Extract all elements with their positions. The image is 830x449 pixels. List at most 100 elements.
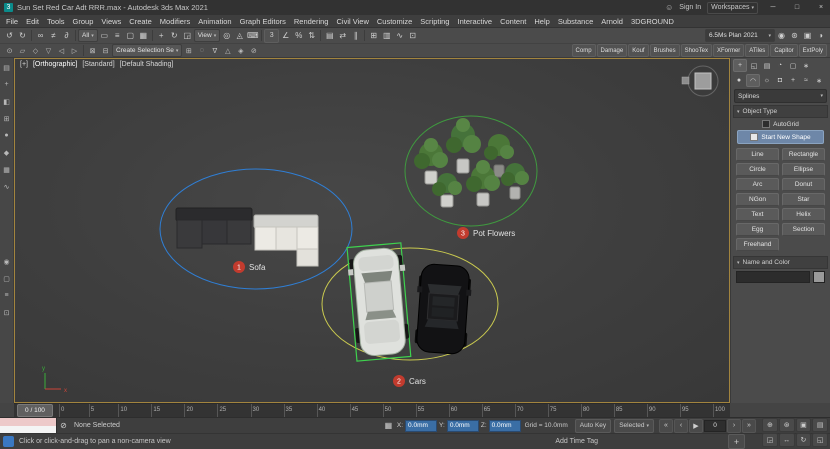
- object-type-rollout-header[interactable]: ▾ Object Type: [733, 105, 828, 118]
- key-filters-dropdown[interactable]: Selected ▾: [614, 419, 654, 433]
- toolbar2-icon[interactable]: ⊠: [86, 45, 99, 57]
- shape-button-arc[interactable]: Arc: [736, 178, 779, 191]
- toolbar2-icon[interactable]: ∇: [208, 45, 221, 57]
- bind-to-space-warp-icon[interactable]: ∂: [60, 30, 73, 42]
- curve-editor-icon[interactable]: ∿: [393, 30, 406, 42]
- left-toolbar-icon[interactable]: ▢: [1, 273, 13, 284]
- pan-view-button[interactable]: +: [728, 434, 745, 449]
- script-button-xformer[interactable]: XFormer: [713, 44, 744, 57]
- category-systems-icon[interactable]: ∗: [813, 75, 825, 86]
- listener-script-line[interactable]: [0, 426, 56, 434]
- spinner-snap-icon[interactable]: ⇅: [305, 30, 318, 42]
- x-coordinate-field[interactable]: 0.0mm: [405, 420, 437, 432]
- left-toolbar-icon[interactable]: +: [1, 79, 13, 90]
- snaps-toggle-icon[interactable]: 3: [264, 29, 279, 43]
- script-button-comp[interactable]: Comp: [572, 44, 596, 57]
- toolbar2-icon[interactable]: ⊞: [182, 45, 195, 57]
- black-car-object[interactable]: [413, 263, 473, 355]
- viewport[interactable]: [+] [Orthographic] [Standard] [Default S…: [14, 58, 730, 403]
- toolbar2-icon[interactable]: ⊘: [247, 45, 260, 57]
- shape-button-egg[interactable]: Egg: [736, 223, 779, 236]
- shape-button-line[interactable]: Line: [736, 148, 779, 161]
- menu-item-content[interactable]: Content: [496, 17, 530, 26]
- zoom-all-button[interactable]: ⊛: [779, 418, 795, 432]
- scene-explorer-icon[interactable]: ⊞: [367, 30, 380, 42]
- material-editor-icon[interactable]: ◉: [775, 30, 788, 42]
- schematic-view-icon[interactable]: ⊡: [406, 30, 419, 42]
- pan-button[interactable]: ↔: [779, 433, 795, 447]
- left-toolbar-icon[interactable]: ◉: [1, 256, 13, 267]
- select-object-icon[interactable]: ▭: [98, 30, 111, 42]
- minimize-button[interactable]: ─: [764, 0, 782, 15]
- menu-item-civil-view[interactable]: Civil View: [332, 17, 372, 26]
- absolute-mode-icon[interactable]: ▦: [382, 420, 395, 432]
- time-slider-handle[interactable]: 0 / 100: [17, 404, 53, 417]
- viewport-style-label[interactable]: [Standard]: [82, 61, 114, 68]
- category-lights-icon[interactable]: ☼: [761, 75, 773, 86]
- add-time-tag[interactable]: Add Time Tag: [555, 438, 598, 445]
- select-and-manipulate-icon[interactable]: ◬: [233, 30, 246, 42]
- next-frame-button[interactable]: ›: [727, 419, 741, 433]
- toolbar2-icon[interactable]: ◈: [234, 45, 247, 57]
- object-color-swatch[interactable]: [813, 271, 825, 283]
- tab-modify[interactable]: ◱: [748, 60, 760, 71]
- toolbar2-icon[interactable]: ◇: [29, 45, 42, 57]
- shape-button-section[interactable]: Section: [782, 223, 825, 236]
- user-avatar-icon[interactable]: ☺: [665, 3, 673, 12]
- script-button-atiles[interactable]: ATiles: [745, 44, 769, 57]
- redo-icon[interactable]: ↻: [16, 30, 29, 42]
- category-shapes-icon[interactable]: ◠: [746, 74, 760, 87]
- viewport-canvas[interactable]: 1 Sofa 2 Cars 3 Pot Flowers y x: [15, 59, 729, 402]
- menu-item-scripting[interactable]: Scripting: [416, 17, 453, 26]
- previous-frame-button[interactable]: ‹: [674, 419, 688, 433]
- menu-item-arnold[interactable]: Arnold: [597, 17, 627, 26]
- shape-button-circle[interactable]: Circle: [736, 163, 779, 176]
- pot-flowers-objects[interactable]: [414, 118, 529, 207]
- select-and-scale-icon[interactable]: ◲: [181, 30, 194, 42]
- angle-snap-icon[interactable]: ∠: [279, 30, 292, 42]
- left-toolbar-icon[interactable]: ⊞: [1, 113, 13, 124]
- tab-create[interactable]: +: [733, 59, 747, 72]
- zoom-button[interactable]: ⊕: [762, 418, 778, 432]
- menu-item-group[interactable]: Group: [69, 17, 98, 26]
- shape-button-rectangle[interactable]: Rectangle: [782, 148, 825, 161]
- menu-item-interactive[interactable]: Interactive: [453, 17, 496, 26]
- zoom-extents-button[interactable]: ▣: [796, 418, 812, 432]
- sign-in-button[interactable]: Sign In: [679, 4, 701, 11]
- toolbar2-icon[interactable]: △: [221, 45, 234, 57]
- menu-item-animation[interactable]: Animation: [194, 17, 235, 26]
- zoom-extents-all-button[interactable]: ▤: [812, 418, 828, 432]
- left-toolbar-icon[interactable]: ◧: [1, 96, 13, 107]
- name-color-rollout-header[interactable]: ▾ Name and Color: [733, 256, 828, 269]
- shape-button-star[interactable]: Star: [782, 193, 825, 206]
- toolbar2-icon[interactable]: ⊙: [3, 45, 16, 57]
- go-to-end-button[interactable]: »: [742, 419, 756, 433]
- menu-item-graph-editors[interactable]: Graph Editors: [236, 17, 290, 26]
- align-icon[interactable]: ∥: [349, 30, 362, 42]
- tab-utilities[interactable]: ∗: [800, 60, 812, 71]
- menu-item-file[interactable]: File: [2, 17, 22, 26]
- select-by-name-icon[interactable]: ≡: [111, 30, 124, 42]
- viewport-pov-label[interactable]: [Orthographic]: [33, 61, 77, 68]
- select-and-move-icon[interactable]: +: [155, 30, 168, 42]
- percent-snap-icon[interactable]: %: [292, 30, 305, 42]
- script-button-capitor[interactable]: Capitor: [770, 44, 797, 57]
- start-new-shape-checkbox[interactable]: [750, 133, 758, 141]
- y-coordinate-field[interactable]: 0.0mm: [447, 420, 479, 432]
- start-new-shape-button[interactable]: Start New Shape: [737, 130, 824, 144]
- maximize-viewport-button[interactable]: ◱: [812, 433, 828, 447]
- menu-item-tools[interactable]: Tools: [43, 17, 69, 26]
- maxscript-mini-listener[interactable]: [0, 418, 57, 433]
- workspaces-dropdown[interactable]: Workspaces ▾: [707, 2, 758, 14]
- shape-category-dropdown[interactable]: Splines ▾: [734, 89, 827, 103]
- shape-button-freehand[interactable]: Freehand: [736, 238, 779, 251]
- object-name-field[interactable]: [736, 271, 810, 283]
- sofa-dark-object[interactable]: [176, 208, 252, 248]
- shape-button-helix[interactable]: Helix: [782, 208, 825, 221]
- toolbar2-icon[interactable]: ◁: [55, 45, 68, 57]
- reference-coordinate-dropdown[interactable]: View ▾: [194, 29, 221, 42]
- annotation-cars[interactable]: 2 Cars: [393, 375, 426, 387]
- close-button[interactable]: ×: [812, 0, 830, 15]
- menu-item-edit[interactable]: Edit: [22, 17, 43, 26]
- named-selection-sets-icon[interactable]: ▤: [323, 30, 336, 42]
